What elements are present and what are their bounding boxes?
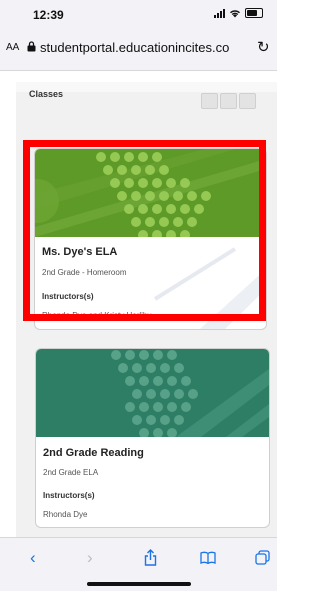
banner-pattern — [35, 149, 266, 237]
back-icon[interactable]: ‹ — [30, 548, 36, 568]
instructors-label: Instructors(s) — [43, 491, 95, 500]
text-size-button[interactable]: AA — [6, 42, 19, 53]
status-bar: 12:39 — [0, 0, 277, 26]
lock-icon — [27, 41, 36, 52]
page-widgets — [201, 93, 256, 109]
browser-address-bar[interactable]: AA studentportal.educationincites.co ↻ — [0, 26, 277, 71]
tabs-icon[interactable] — [255, 550, 270, 565]
wifi-icon — [230, 9, 240, 17]
url-text[interactable]: studentportal.educationincites.co — [40, 40, 254, 55]
signal-icon — [214, 8, 225, 18]
class-subtitle: 2nd Grade - Homeroom — [42, 268, 127, 277]
settings-icon[interactable] — [220, 93, 237, 109]
reload-icon[interactable]: ↻ — [257, 38, 270, 56]
class-card-banner — [35, 149, 266, 237]
battery-icon — [245, 8, 263, 18]
banner-pattern — [111, 350, 269, 437]
view-toggle-icon[interactable] — [201, 93, 218, 109]
class-title[interactable]: Ms. Dye's ELA — [42, 246, 117, 258]
instructors-names: Rhonda Dye — [43, 510, 88, 519]
class-subtitle: 2nd Grade ELA — [43, 468, 99, 477]
status-time: 12:39 — [33, 8, 64, 22]
bookmarks-icon[interactable] — [200, 551, 216, 564]
share-icon[interactable] — [144, 549, 157, 566]
instructors-label: Instructors(s) — [42, 292, 94, 301]
status-icons — [214, 8, 263, 18]
web-page: Classes Ms. Dye's ELA 2nd Grade - Homero… — [16, 82, 277, 537]
forward-icon[interactable]: › — [87, 548, 93, 568]
class-card-banner — [36, 349, 269, 437]
instructors-names: Rhonda Dye and Kristy Herlihy — [42, 311, 152, 320]
speaker-icon[interactable] — [239, 93, 256, 109]
classes-section-label: Classes — [29, 89, 64, 99]
class-card[interactable]: 2nd Grade Reading 2nd Grade ELA Instruct… — [35, 348, 270, 528]
class-title[interactable]: 2nd Grade Reading — [43, 447, 144, 459]
home-indicator — [87, 582, 191, 586]
class-card[interactable]: Ms. Dye's ELA 2nd Grade - Homeroom Instr… — [34, 148, 267, 330]
